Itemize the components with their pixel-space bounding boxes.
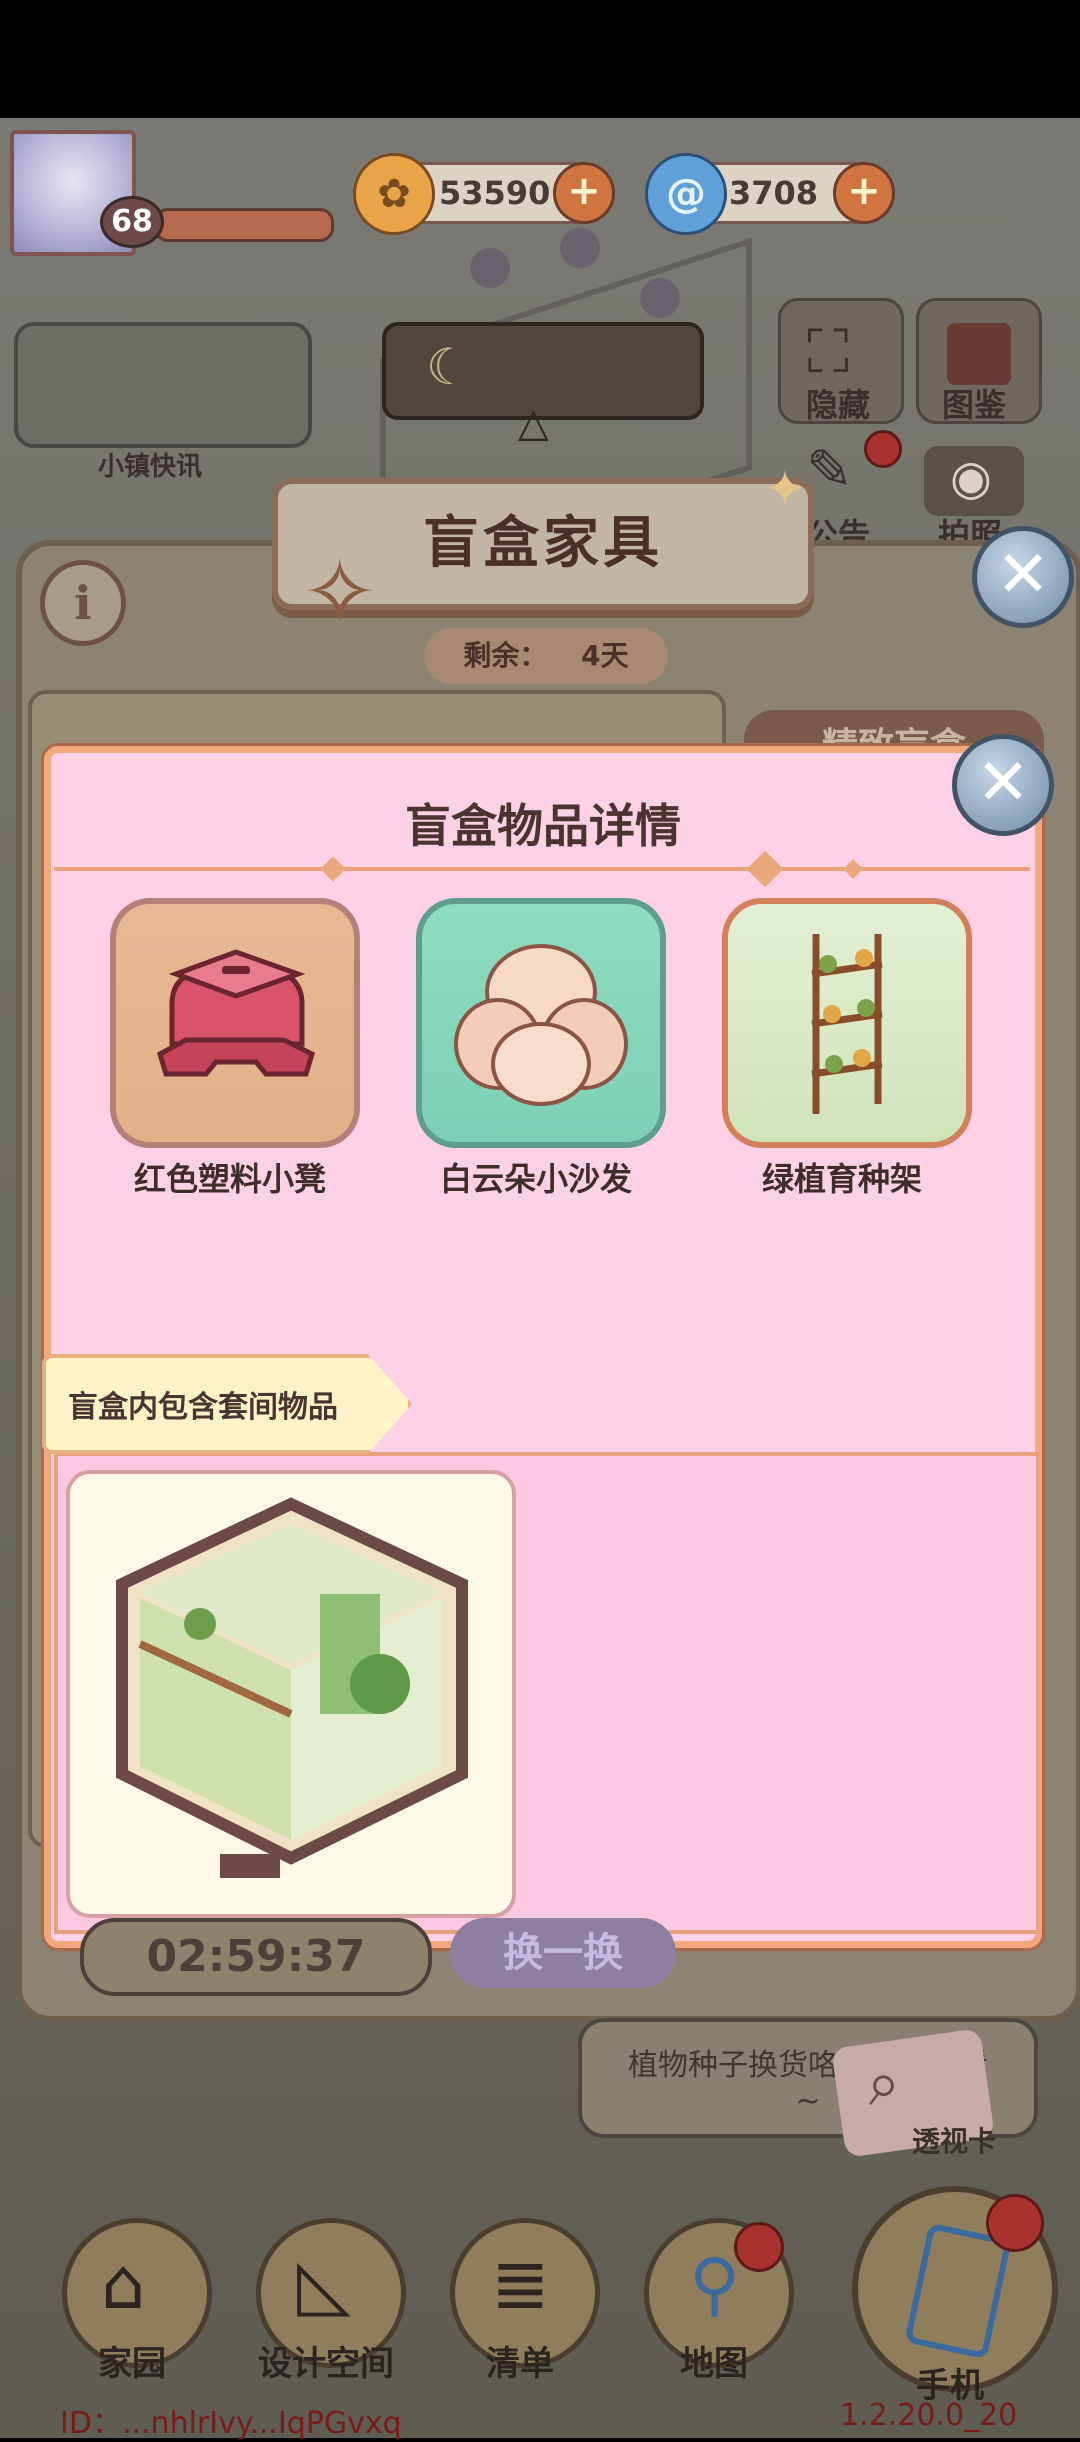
- item-name: 绿植育种架: [761, 1160, 922, 1198]
- nav-design-label: 设计空间: [258, 2344, 394, 2384]
- news-thumbnail[interactable]: [14, 322, 312, 448]
- dialog-title: 盲盒物品详情: [405, 799, 681, 853]
- coin-icon: ✿: [353, 153, 435, 235]
- remaining-value: 4天: [581, 639, 629, 672]
- refresh-timer: 02:59:37: [80, 1918, 432, 1996]
- background-flower: [560, 228, 600, 268]
- caret-up-icon: △: [518, 400, 549, 446]
- item-card-plant-rack[interactable]: [722, 898, 972, 1148]
- nav-home-label: 家园: [98, 2344, 166, 2384]
- remaining-label: 剩余：: [463, 639, 548, 672]
- house-icon: ⌂: [101, 2243, 146, 2325]
- experience-bar: [154, 208, 334, 242]
- map-pin-icon: ⚲: [689, 2243, 741, 2325]
- sparkle-icon: ✦: [764, 460, 806, 518]
- panel-close-button[interactable]: ✕: [972, 526, 1074, 628]
- notification-dot: [986, 2194, 1044, 2252]
- remaining-time-pill: 剩余： 4天: [424, 628, 668, 684]
- add-coins-button[interactable]: +: [553, 162, 615, 224]
- info-button[interactable]: i: [40, 560, 126, 646]
- item-name: 红色塑料小凳: [133, 1160, 326, 1198]
- set-section-label: 盲盒内包含套间物品: [42, 1354, 412, 1454]
- dialog-close-button[interactable]: ✕: [952, 734, 1054, 836]
- swap-button[interactable]: 换一换: [450, 1918, 676, 1988]
- gem-amount: 3708: [729, 174, 819, 212]
- hide-label: 隐藏: [806, 386, 871, 424]
- background-flower: [470, 248, 510, 288]
- ruler-icon: ◺: [297, 2243, 351, 2325]
- moon-icon: ☾: [426, 338, 471, 396]
- set-room-card[interactable]: [66, 1470, 516, 1918]
- coin-counter: ✿ 53590 +: [353, 153, 615, 235]
- peek-card-label: 透视卡: [912, 2125, 997, 2158]
- sparkle-icon: ✧: [302, 540, 378, 645]
- camera-icon: ◉: [950, 450, 992, 506]
- swirl-gem-icon: @: [645, 153, 727, 235]
- nav-list-label: 清单: [486, 2344, 554, 2384]
- room-preview-icon: [116, 1497, 468, 1878]
- background-flower: [640, 278, 680, 318]
- red-stool-icon: [157, 949, 315, 1077]
- magnifier-icon: ⌕: [861, 2046, 905, 2121]
- frame-icon: ⛶: [807, 317, 849, 387]
- nav-map-label: 地图: [680, 2344, 748, 2384]
- plant-rack-icon: [811, 934, 883, 1114]
- book-icon: [947, 323, 1011, 385]
- version-text: 1.2.20.0_20: [840, 2398, 1018, 2433]
- item-name: 白云朵小沙发: [439, 1160, 632, 1198]
- news-label: 小镇快讯: [98, 452, 203, 482]
- item-card-red-stool[interactable]: [110, 898, 360, 1148]
- item-card-cloud-sofa[interactable]: [416, 898, 666, 1148]
- catalog-label: 图鉴: [942, 386, 1007, 424]
- cloud-sofa-icon: [454, 944, 628, 1106]
- player-id-text: ID：...nhlrIvy...IqPGvxq: [60, 2406, 402, 2441]
- add-gems-button[interactable]: +: [833, 162, 895, 224]
- title-divider: [54, 867, 1030, 871]
- gem-counter: @ 3708 +: [645, 153, 895, 235]
- document-icon: ≣: [491, 2243, 550, 2325]
- photo-button[interactable]: ◉: [924, 446, 1024, 516]
- notification-dot: [734, 2222, 784, 2272]
- coin-amount: 53590: [439, 174, 551, 212]
- level-badge: 68: [100, 196, 164, 248]
